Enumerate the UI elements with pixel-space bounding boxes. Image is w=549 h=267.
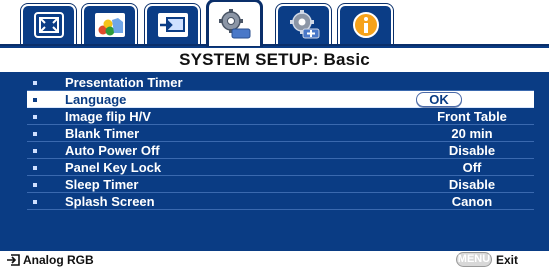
menu-item-label: Image flip H/V [65,109,151,124]
input-source-icon [157,13,188,37]
advanced-settings-icon [289,10,319,39]
ok-button[interactable]: OK [416,92,462,107]
page-title: SYSTEM SETUP: Basic [0,48,549,72]
menu-item-sleep-timer[interactable]: Sleep Timer Disable [27,176,534,193]
status-bar: Analog RGB MENU Exit [0,251,549,267]
tab-color-image[interactable] [82,4,137,44]
menu-item-auto-power-off[interactable]: Auto Power Off Disable [27,142,534,159]
bullet-icon [33,115,37,119]
bullet-icon [33,200,37,204]
menu-item-blank-timer[interactable]: Blank Timer 20 min [27,125,534,142]
menu-item-label: Presentation Timer [65,75,183,90]
menu-item-label: Blank Timer [65,126,140,141]
menu-item-language[interactable]: Language OK [27,91,534,108]
info-icon [352,12,379,38]
menu-item-value: 20 min [451,126,493,141]
settings-list: Presentation Timer Language OK Image fli… [27,74,534,210]
menu-item-presentation-timer[interactable]: Presentation Timer [27,74,534,91]
menu-tabs [21,0,501,46]
exit-label: Exit [496,253,519,267]
input-source-icon [7,254,20,266]
color-image-icon [94,13,125,37]
gear-icon [218,9,250,39]
menu-item-value: Disable [448,143,496,158]
menu-item-splash-screen[interactable]: Splash Screen Canon [27,193,534,210]
menu-key-button[interactable]: MENU [456,252,492,267]
picture-icon [33,12,64,38]
menu-item-label: Sleep Timer [65,177,139,192]
menu-item-value: Canon [451,194,493,209]
bullet-icon [33,166,37,170]
current-source-label: Analog RGB [23,253,94,267]
bullet-icon [33,81,37,85]
menu-item-label: Auto Power Off [65,143,160,158]
menu-item-label: Language [65,92,127,107]
tab-information[interactable] [338,4,393,44]
menu-item-label: Splash Screen [65,194,155,209]
bullet-icon [33,132,37,136]
menu-item-panel-key-lock[interactable]: Panel Key Lock Off [27,159,534,176]
bullet-icon [33,98,37,102]
menu-item-image-flip[interactable]: Image flip H/V Front Table [27,108,534,125]
tab-picture[interactable] [21,4,76,44]
tab-system-setup-basic[interactable] [207,0,262,46]
tab-system-setup-advanced[interactable] [276,4,331,44]
menu-item-value: Disable [448,177,496,192]
bullet-icon [33,183,37,187]
settings-panel: SYSTEM SETUP: Basic Presentation Timer L… [0,44,549,267]
bullet-icon [33,149,37,153]
tab-input-source[interactable] [145,4,200,44]
menu-item-value: Off [462,160,482,175]
menu-item-label: Panel Key Lock [65,160,162,175]
menu-item-value: Front Table [437,109,507,124]
